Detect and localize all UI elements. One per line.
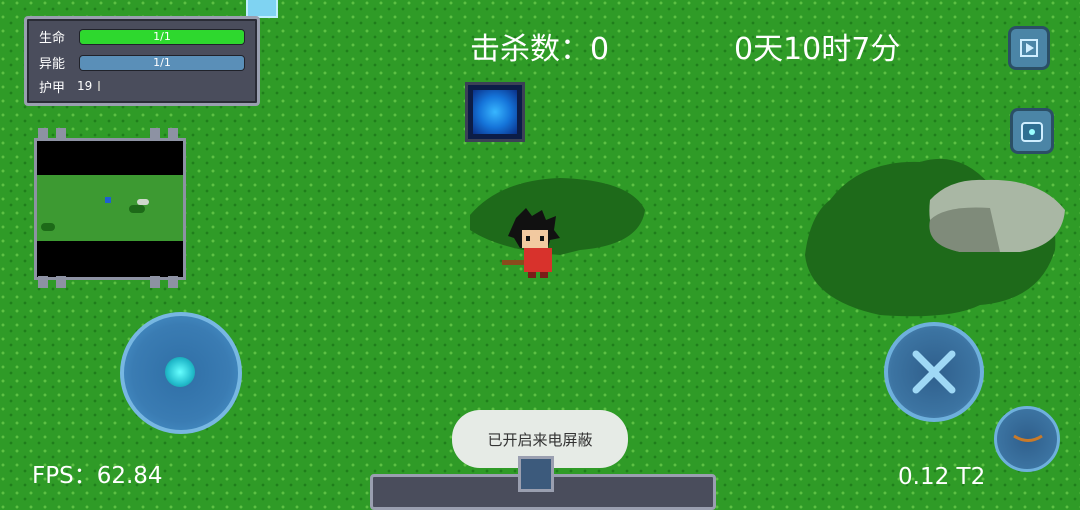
crossed-swords-icon [912,350,956,394]
minimap-peg [150,276,160,288]
minimap-peg [168,276,178,288]
minimap-player-marker [105,197,111,203]
minimap-peg [38,276,48,288]
energy-row: 异能 [39,53,77,72]
minimap-terrain [37,175,183,241]
player-character [502,208,560,278]
fps-counter: FPS：62.84 [32,463,163,489]
hotbar-slot[interactable] [518,456,554,492]
kill-counter: 击杀数：0 [470,32,610,67]
backpack-icon-glyph [1021,122,1043,142]
energy-label: 异能 [39,56,66,72]
minimap-bush [41,223,55,231]
armor-label: 护甲 [39,80,66,96]
minimap-bush [129,205,145,213]
armor-value: 19 [77,79,93,93]
energy-bar: 1/1 [79,55,245,71]
skill-button[interactable] [994,406,1060,472]
energy-value: 1/1 [153,56,171,69]
play-icon-glyph [1020,39,1038,57]
version-label: 0.12 T2 [898,464,986,490]
portal-core [473,90,517,134]
hp-row: 生命 [39,27,77,46]
minimap[interactable] [34,138,186,280]
portal-icon[interactable] [465,82,525,142]
attack-button[interactable] [884,322,984,422]
bow-icon [1013,434,1043,442]
armor-row: 护甲 19 [39,77,101,96]
status-panel: 生命 1/1 异能 1/1 护甲 19 [24,16,260,106]
backpack-icon[interactable] [1010,108,1054,154]
hp-value: 1/1 [153,30,171,43]
game-clock: 0天10时7分 [734,32,901,67]
hp-label: 生命 [39,30,66,46]
minimap-peg [56,276,66,288]
play-icon[interactable] [1008,26,1050,70]
joystick-knob[interactable] [165,357,195,387]
hp-bar: 1/1 [79,29,245,45]
armor-bar [98,81,101,91]
